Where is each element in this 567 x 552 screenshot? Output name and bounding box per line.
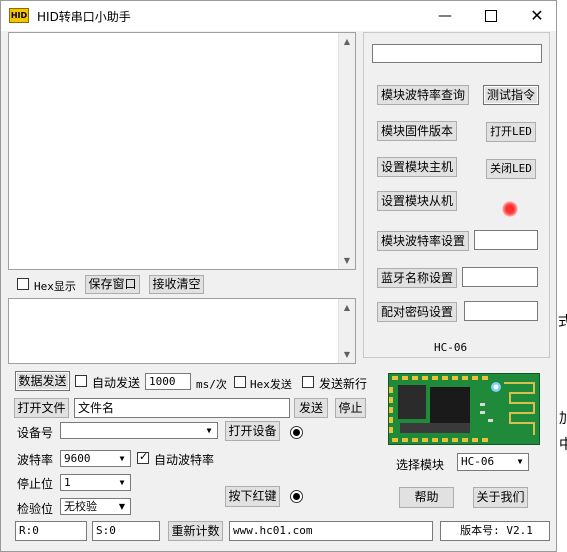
module-response-input[interactable] xyxy=(372,44,542,63)
device-no-label: 设备号 xyxy=(17,426,54,440)
receive-textarea[interactable]: ▲ ▼ xyxy=(8,32,356,270)
checkmark-icon: ✓ xyxy=(139,450,149,463)
interval-unit-label: ms/次 xyxy=(196,378,227,391)
send-newline-checkbox[interactable] xyxy=(302,376,314,388)
parity-label: 检验位 xyxy=(17,502,54,516)
stop-bits-label: 停止位 xyxy=(17,477,54,491)
query-baud-button[interactable]: 模块波特率查询 xyxy=(377,85,469,105)
led-on-button[interactable]: 打开LED xyxy=(486,122,536,142)
chevron-down-icon: ▼ xyxy=(119,454,125,463)
pair-code-input[interactable] xyxy=(464,301,538,321)
website-field: www.hc01.com xyxy=(229,521,433,541)
scroll-up-icon[interactable]: ▲ xyxy=(339,33,355,50)
interval-input[interactable]: 1000 xyxy=(145,373,191,390)
app-icon: HID xyxy=(9,8,29,23)
stop-bits-value: 1 xyxy=(64,476,71,489)
open-device-button[interactable]: 打开设备 xyxy=(225,421,280,441)
receive-scrollbar[interactable]: ▲ ▼ xyxy=(338,33,355,269)
scroll-down-icon[interactable]: ▼ xyxy=(339,346,355,363)
stop-button[interactable]: 停止 xyxy=(335,398,366,418)
close-button[interactable]: ✕ xyxy=(514,1,560,31)
auto-baud-checkbox[interactable]: ✓ xyxy=(137,450,149,464)
about-button[interactable]: 关于我们 xyxy=(473,487,528,508)
save-window-button[interactable]: 保存窗口 xyxy=(85,275,140,294)
background-text: 中 xyxy=(559,437,567,453)
clear-receive-button[interactable]: 接收清空 xyxy=(149,275,204,294)
minimize-button[interactable]: — xyxy=(422,1,468,31)
minimize-icon: — xyxy=(438,8,452,24)
maximize-button[interactable] xyxy=(468,1,514,31)
send-file-button[interactable]: 发送 xyxy=(294,398,328,418)
auto-baud-label: 自动波特率 xyxy=(154,453,215,467)
select-module-dropdown[interactable]: HC-06 ▼ xyxy=(457,453,529,471)
device-no-select[interactable]: ▼ xyxy=(60,422,218,439)
red-key-radio[interactable] xyxy=(290,490,303,503)
radio-dot-icon xyxy=(293,429,300,436)
rx-count: R:0 xyxy=(15,521,87,541)
set-slave-button[interactable]: 设置模块从机 xyxy=(377,191,457,211)
help-button[interactable]: 帮助 xyxy=(399,487,454,508)
module-panel: 模块波特率查询 测试指令 模块固件版本 打开LED 设置模块主机 关闭LED 设… xyxy=(363,32,550,358)
background-text: 加 xyxy=(559,411,567,427)
reset-count-button[interactable]: 重新计数 xyxy=(168,521,223,541)
tx-count: S:0 xyxy=(92,521,160,541)
module-model-label: HC-06 xyxy=(434,341,468,354)
set-master-button[interactable]: 设置模块主机 xyxy=(377,157,457,177)
send-newline-label: 发送新行 xyxy=(319,377,368,391)
close-icon: ✕ xyxy=(530,6,544,25)
test-command-button[interactable]: 测试指令 xyxy=(483,85,539,105)
chevron-down-icon: ▼ xyxy=(517,457,523,466)
radio-dot-icon xyxy=(293,493,300,500)
baud-select[interactable]: 9600 ▼ xyxy=(60,450,131,467)
data-send-button[interactable]: 数据发送 xyxy=(15,371,70,391)
chevron-down-icon: ▼ xyxy=(118,502,126,511)
set-baud-button[interactable]: 模块波特率设置 xyxy=(377,231,469,251)
send-textarea[interactable]: ▲ ▼ xyxy=(8,298,356,364)
parity-value: 无校验 xyxy=(64,500,97,513)
scroll-up-icon[interactable]: ▲ xyxy=(339,299,355,316)
firmware-version-button[interactable]: 模块固件版本 xyxy=(377,121,457,141)
red-key-button[interactable]: 按下红键 xyxy=(225,486,280,507)
open-file-button[interactable]: 打开文件 xyxy=(14,398,69,418)
baud-label: 波特率 xyxy=(17,453,54,467)
app-window: HID HID转串口小助手 — ✕ ▲ ▼ Hex显示 保存窗口 接收清空 ▲ … xyxy=(0,0,557,552)
bt-name-button[interactable]: 蓝牙名称设置 xyxy=(377,268,457,288)
auto-send-label: 自动发送 xyxy=(92,376,141,390)
title-bar: HID HID转串口小助手 — ✕ xyxy=(1,1,556,31)
parity-select[interactable]: 无校验 ▼ xyxy=(60,498,131,515)
led-indicator-icon xyxy=(502,201,518,217)
baud-value: 9600 xyxy=(64,452,91,465)
select-module-label: 选择模块 xyxy=(396,458,445,472)
chevron-down-icon: ▼ xyxy=(119,478,125,487)
auto-send-checkbox[interactable] xyxy=(75,375,87,387)
hex-display-checkbox[interactable] xyxy=(17,278,29,290)
hex-display-label: Hex显示 xyxy=(34,280,76,293)
background-text: 式 xyxy=(558,314,567,330)
version-field: 版本号: V2.1 xyxy=(440,521,550,541)
device-status-radio[interactable] xyxy=(290,426,303,439)
bt-name-input[interactable] xyxy=(462,267,538,287)
stop-bits-select[interactable]: 1 ▼ xyxy=(60,474,131,491)
led-off-button[interactable]: 关闭LED xyxy=(486,159,536,179)
hex-send-label: Hex发送 xyxy=(250,378,292,391)
maximize-icon xyxy=(485,10,497,22)
select-module-value: HC-06 xyxy=(461,455,495,468)
pair-code-button[interactable]: 配对密码设置 xyxy=(377,302,457,322)
scroll-down-icon[interactable]: ▼ xyxy=(339,252,355,269)
hex-send-checkbox[interactable] xyxy=(234,376,246,388)
module-board-image xyxy=(387,372,541,446)
chevron-down-icon: ▼ xyxy=(206,426,212,435)
baud-setting-input[interactable] xyxy=(474,230,538,250)
send-scrollbar[interactable]: ▲ ▼ xyxy=(338,299,355,363)
window-title: HID转串口小助手 xyxy=(37,10,131,24)
file-name-input[interactable]: 文件名 xyxy=(74,398,290,418)
